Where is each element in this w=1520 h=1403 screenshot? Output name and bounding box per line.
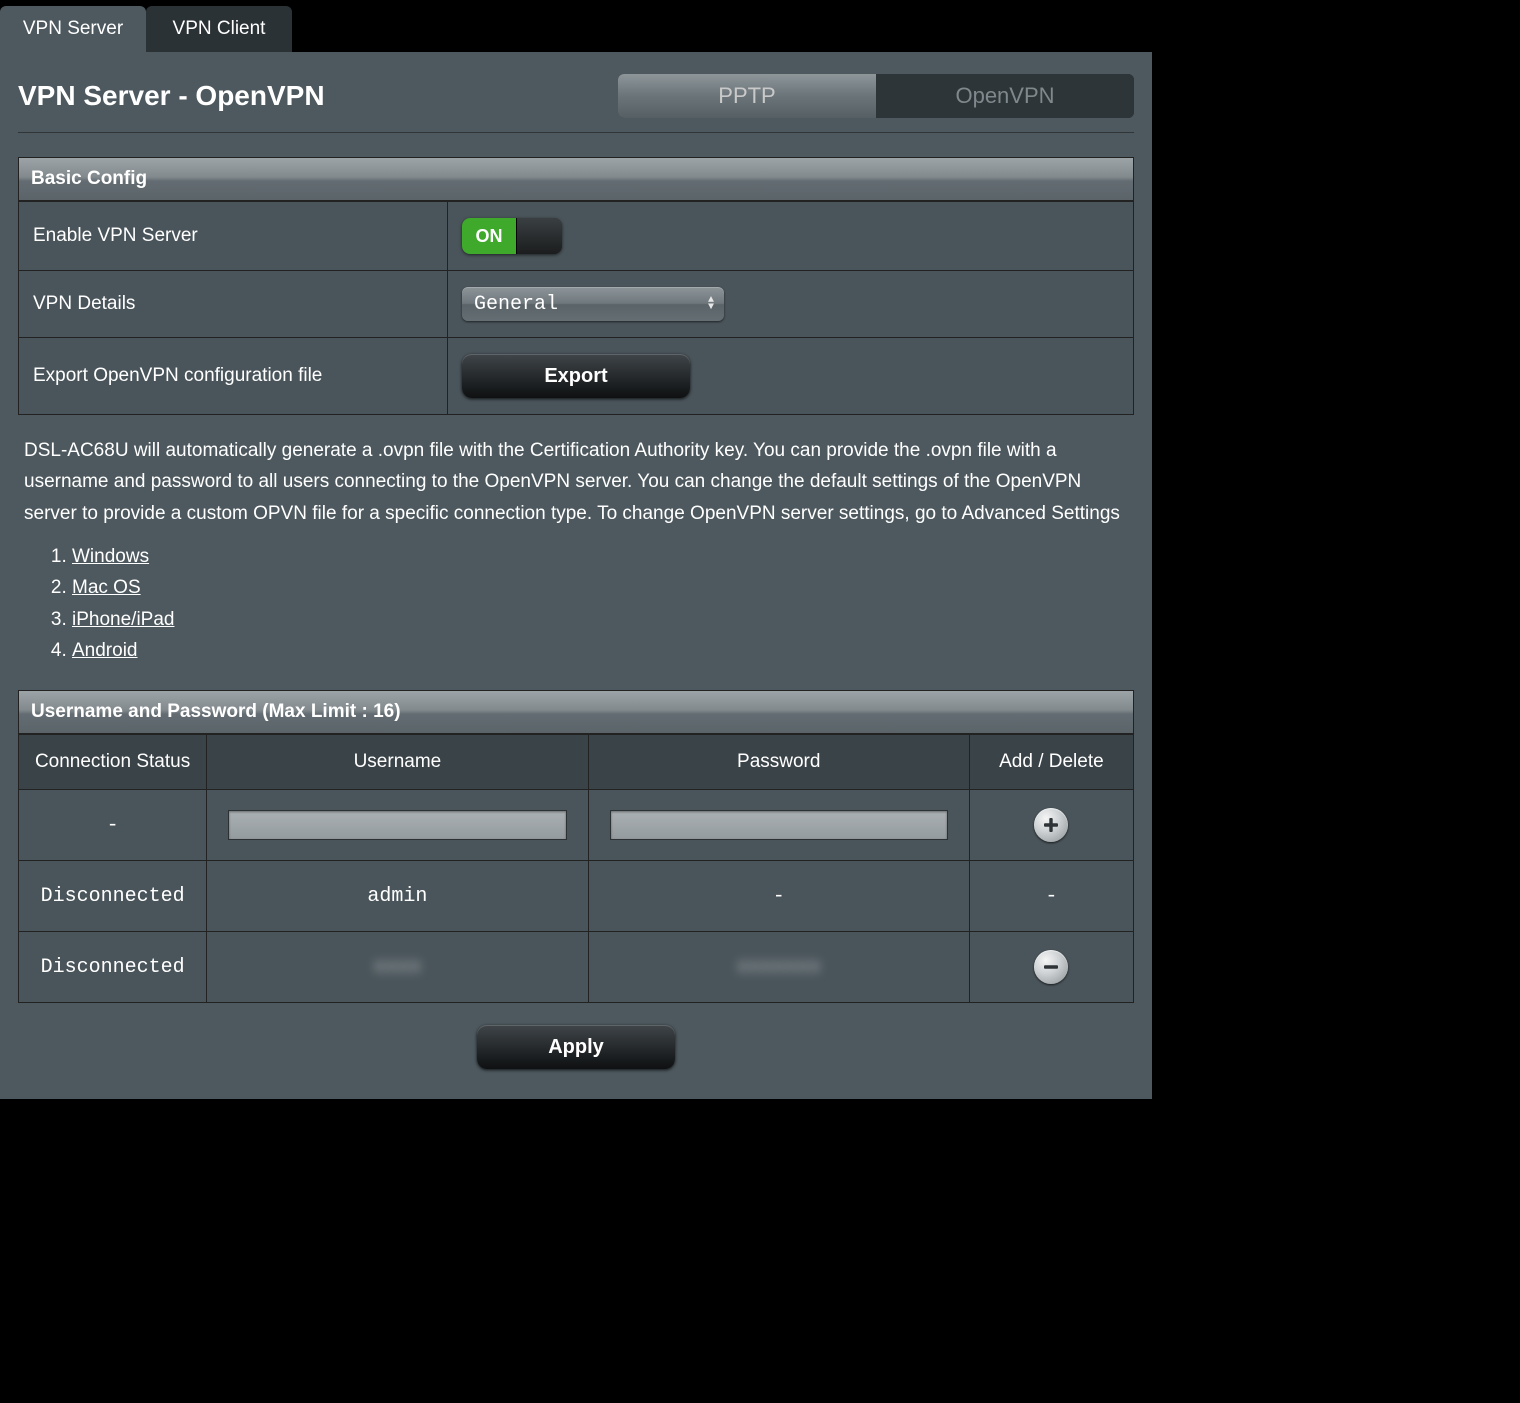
toggle-knob <box>516 218 562 254</box>
row1-password: xxxxxxx <box>737 956 821 979</box>
col-password: Password <box>588 735 969 790</box>
vpn-details-dropdown[interactable]: General ▲▼ <box>462 287 724 321</box>
protocol-openvpn-button[interactable]: OpenVPN <box>876 74 1134 118</box>
description-text: DSL-AC68U will automatically generate a … <box>24 435 1128 529</box>
export-button[interactable]: Export <box>462 354 690 398</box>
page-title: VPN Server - OpenVPN <box>18 80 325 112</box>
col-connection-status: Connection Status <box>19 735 207 790</box>
basic-config-table: Enable VPN Server ON VPN Details General… <box>18 201 1134 415</box>
vpn-details-value: General <box>474 293 558 316</box>
basic-config-header: Basic Config <box>18 157 1134 201</box>
row0-password: - <box>588 861 969 932</box>
plus-icon <box>1041 815 1061 835</box>
users-section-header: Username and Password (Max Limit : 16) <box>18 690 1134 734</box>
new-user-row: - <box>19 790 1134 861</box>
protocol-switch: PPTP OpenVPN <box>618 74 1134 118</box>
table-row: Disconnected xxxx xxxxxxx <box>19 932 1134 1003</box>
row0-username: admin <box>207 861 589 932</box>
enable-vpn-toggle[interactable]: ON <box>462 218 562 254</box>
tab-bar: VPN Server VPN Client <box>0 0 1152 52</box>
apply-button[interactable]: Apply <box>477 1025 675 1069</box>
new-password-input[interactable] <box>610 810 948 840</box>
new-username-input[interactable] <box>228 810 566 840</box>
add-user-button[interactable] <box>1034 808 1068 842</box>
toggle-on-label: ON <box>462 218 516 254</box>
row1-status: Disconnected <box>19 932 207 1003</box>
col-username: Username <box>207 735 589 790</box>
platform-link-windows[interactable]: Windows <box>72 546 149 567</box>
vpn-details-label: VPN Details <box>19 271 448 338</box>
col-add-delete: Add / Delete <box>969 735 1133 790</box>
row0-action: - <box>969 861 1133 932</box>
delete-user-button[interactable] <box>1034 950 1068 984</box>
platform-list: Windows Mac OS iPhone/iPad Android <box>44 541 1134 666</box>
export-config-label: Export OpenVPN configuration file <box>19 338 448 415</box>
protocol-pptp-button[interactable]: PPTP <box>618 74 876 118</box>
platform-link-iphone[interactable]: iPhone/iPad <box>72 609 174 630</box>
row1-username: xxxx <box>373 956 421 979</box>
users-table: Connection Status Username Password Add … <box>18 734 1134 1003</box>
tab-vpn-server[interactable]: VPN Server <box>0 6 146 52</box>
chevron-up-down-icon: ▲▼ <box>708 297 714 311</box>
enable-vpn-label: Enable VPN Server <box>19 202 448 271</box>
title-divider <box>18 132 1134 133</box>
new-row-status: - <box>19 790 207 861</box>
table-row: Disconnected admin - - <box>19 861 1134 932</box>
tab-vpn-client[interactable]: VPN Client <box>146 6 292 52</box>
platform-link-macos[interactable]: Mac OS <box>72 577 141 598</box>
row0-status: Disconnected <box>19 861 207 932</box>
main-panel: VPN Server - OpenVPN PPTP OpenVPN Basic … <box>0 52 1152 1099</box>
minus-icon <box>1041 957 1061 977</box>
platform-link-android[interactable]: Android <box>72 640 138 661</box>
